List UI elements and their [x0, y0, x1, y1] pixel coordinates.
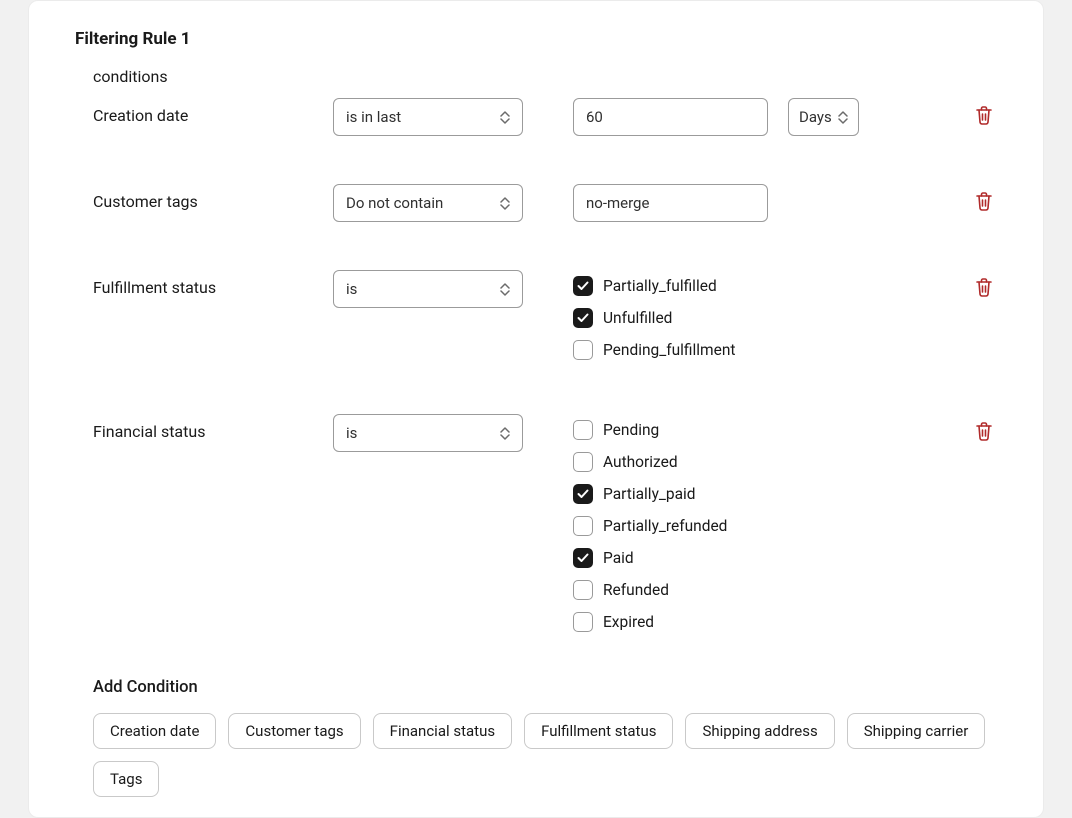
add-condition-chip[interactable]: Shipping carrier — [847, 713, 986, 749]
customer-tags-operator-select[interactable]: Do not contain — [333, 184, 523, 222]
delete-condition-button[interactable] — [973, 190, 995, 212]
stepper-icon — [838, 111, 848, 124]
input-value: 60 — [586, 108, 603, 126]
value-cell: Partially_fulfilled Unfulfilled Pending_fu… — [573, 270, 736, 366]
check-icon — [577, 313, 589, 323]
select-value: is — [346, 424, 357, 442]
delete-condition-button[interactable] — [973, 104, 995, 126]
add-condition-title: Add Condition — [93, 678, 995, 697]
checkbox-label: Refunded — [603, 581, 669, 599]
checkbox[interactable] — [573, 612, 593, 632]
value-cell: Pending Authorized Partially_paid Partially… — [573, 414, 727, 638]
condition-row-creation-date: Creation date is in last 60 Days — [93, 98, 995, 136]
delete-condition-button[interactable] — [973, 276, 995, 298]
operator-cell: is in last — [333, 98, 533, 136]
add-condition-chip[interactable]: Shipping address — [685, 713, 834, 749]
checkbox-label: Partially_fulfilled — [603, 277, 717, 295]
add-condition-chips: Creation date Customer tags Financial stat… — [93, 713, 995, 797]
checkbox-item: Authorized — [573, 446, 727, 478]
checkbox[interactable] — [573, 516, 593, 536]
checkbox-label: Pending_fulfillment — [603, 341, 736, 359]
condition-row-customer-tags: Customer tags Do not contain no-merge — [93, 184, 995, 222]
add-condition-chip[interactable]: Financial status — [373, 713, 512, 749]
checkbox-label: Partially_paid — [603, 485, 696, 503]
condition-row-financial-status: Financial status is Pending Authorized Par… — [93, 414, 995, 638]
checkbox-item: Paid — [573, 542, 727, 574]
select-value: is in last — [346, 108, 401, 126]
creation-date-unit-select[interactable]: Days — [788, 98, 859, 136]
field-label: Financial status — [93, 414, 333, 441]
checkbox-item: Refunded — [573, 574, 727, 606]
checkbox-label: Expired — [603, 613, 654, 631]
fulfillment-status-operator-select[interactable]: is — [333, 270, 523, 308]
checkbox[interactable] — [573, 484, 593, 504]
fulfillment-status-options: Partially_fulfilled Unfulfilled Pending_fu… — [573, 270, 736, 366]
stepper-icon — [500, 283, 510, 296]
condition-rows: Creation date is in last 60 Days — [93, 98, 995, 638]
financial-status-operator-select[interactable]: is — [333, 414, 523, 452]
value-cell: 60 — [573, 98, 768, 136]
checkbox-label: Paid — [603, 549, 634, 567]
delete-condition-button[interactable] — [973, 420, 995, 442]
checkbox[interactable] — [573, 580, 593, 600]
condition-row-fulfillment-status: Fulfillment status is Partially_fulfille… — [93, 270, 995, 366]
checkbox[interactable] — [573, 452, 593, 472]
checkbox-item: Expired — [573, 606, 727, 638]
filtering-rule-card: Filtering Rule 1 conditions Creation dat… — [28, 0, 1044, 818]
field-label: Creation date — [93, 98, 333, 125]
select-value: Do not contain — [346, 194, 443, 212]
checkbox-item: Pending — [573, 414, 727, 446]
operator-cell: is — [333, 414, 533, 452]
stepper-icon — [500, 427, 510, 440]
trash-icon — [975, 277, 993, 297]
stepper-icon — [500, 197, 510, 210]
check-icon — [577, 281, 589, 291]
checkbox-label: Authorized — [603, 453, 678, 471]
conditions-label: conditions — [93, 67, 995, 86]
stepper-icon — [500, 111, 510, 124]
creation-date-value-input[interactable]: 60 — [573, 98, 768, 136]
checkbox-item: Partially_fulfilled — [573, 270, 736, 302]
checkbox-item: Pending_fulfillment — [573, 334, 736, 366]
add-condition-section: Add Condition Creation date Customer tags… — [93, 678, 995, 797]
field-label: Customer tags — [93, 184, 333, 211]
operator-cell: Do not contain — [333, 184, 533, 222]
trash-icon — [975, 105, 993, 125]
select-value: is — [346, 280, 357, 298]
customer-tags-value-input[interactable]: no-merge — [573, 184, 768, 222]
checkbox-label: Partially_refunded — [603, 517, 727, 535]
trash-icon — [975, 421, 993, 441]
financial-status-options: Pending Authorized Partially_paid Partially… — [573, 414, 727, 638]
checkbox[interactable] — [573, 308, 593, 328]
checkbox[interactable] — [573, 420, 593, 440]
unit-cell: Days — [788, 98, 859, 136]
checkbox[interactable] — [573, 276, 593, 296]
checkbox-item: Partially_paid — [573, 478, 727, 510]
checkbox[interactable] — [573, 340, 593, 360]
creation-date-operator-select[interactable]: is in last — [333, 98, 523, 136]
add-condition-chip[interactable]: Tags — [93, 761, 159, 797]
add-condition-chip[interactable]: Creation date — [93, 713, 216, 749]
input-value: no-merge — [586, 194, 649, 212]
operator-cell: is — [333, 270, 533, 308]
check-icon — [577, 553, 589, 563]
add-condition-chip[interactable]: Customer tags — [228, 713, 360, 749]
field-label: Fulfillment status — [93, 270, 333, 297]
value-cell: no-merge — [573, 184, 768, 222]
rule-title: Filtering Rule 1 — [75, 29, 995, 49]
checkbox-label: Unfulfilled — [603, 309, 672, 327]
add-condition-chip[interactable]: Fulfillment status — [524, 713, 673, 749]
select-value: Days — [799, 108, 832, 126]
checkbox-item: Unfulfilled — [573, 302, 736, 334]
checkbox-item: Partially_refunded — [573, 510, 727, 542]
check-icon — [577, 489, 589, 499]
checkbox-label: Pending — [603, 421, 659, 439]
checkbox[interactable] — [573, 548, 593, 568]
trash-icon — [975, 191, 993, 211]
